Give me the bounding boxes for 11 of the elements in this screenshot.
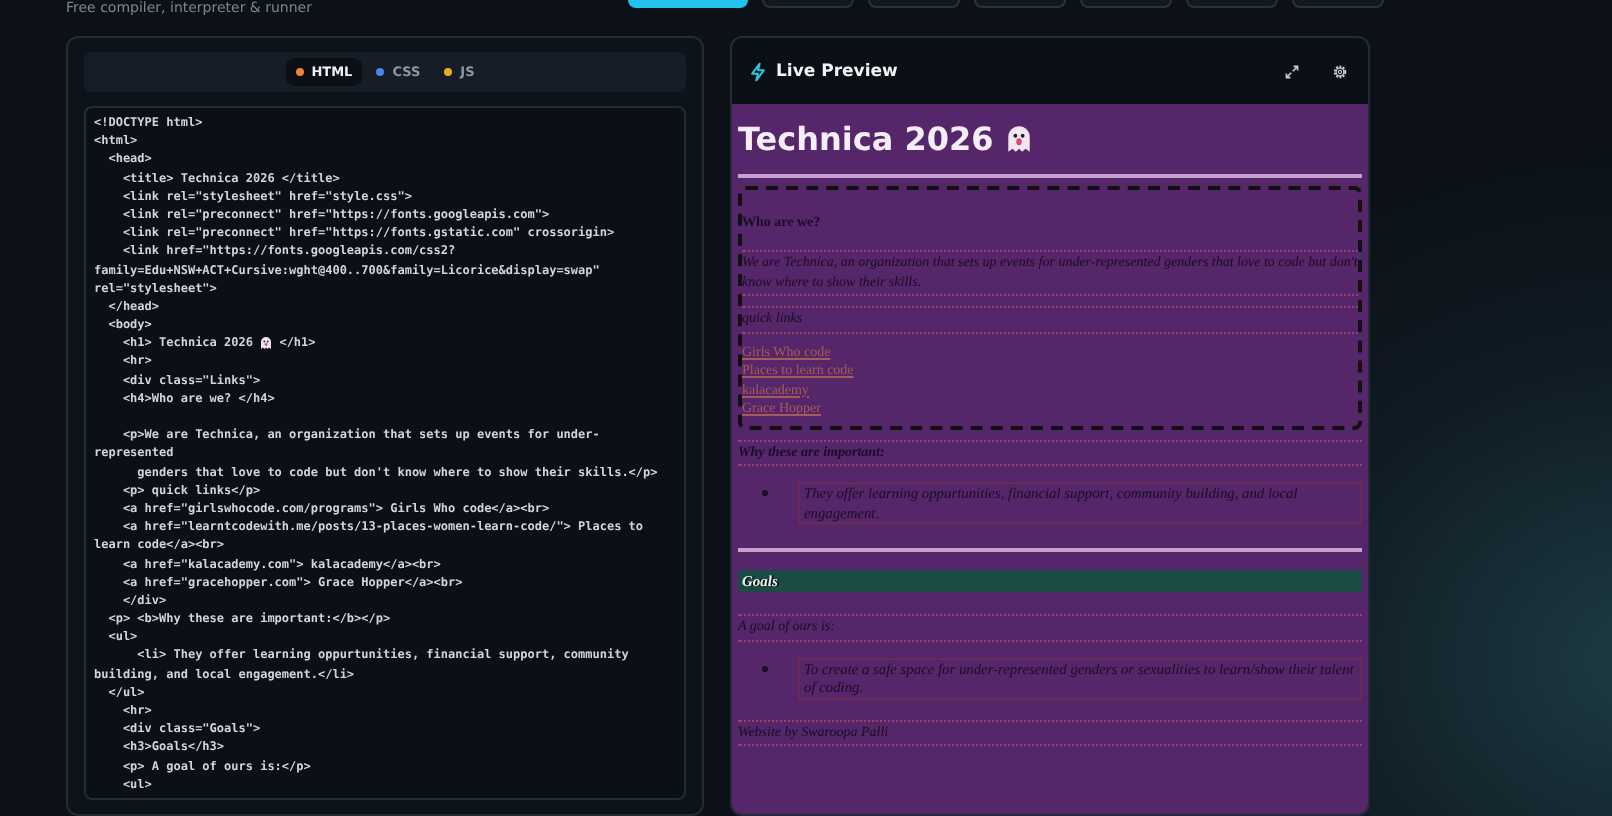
ghost-icon	[1005, 123, 1032, 153]
code-editor[interactable]	[84, 106, 686, 800]
bullet-icon	[762, 665, 768, 671]
expand-icon[interactable]	[1284, 63, 1300, 79]
nav-button[interactable]	[628, 0, 748, 8]
settings-icon[interactable]	[1332, 63, 1348, 79]
ghost-icon	[260, 336, 273, 351]
bullet-icon	[762, 490, 768, 496]
page-heading: Technica 2026	[738, 119, 994, 157]
preview-title: Live Preview	[776, 61, 898, 81]
lightning-icon	[748, 61, 768, 81]
